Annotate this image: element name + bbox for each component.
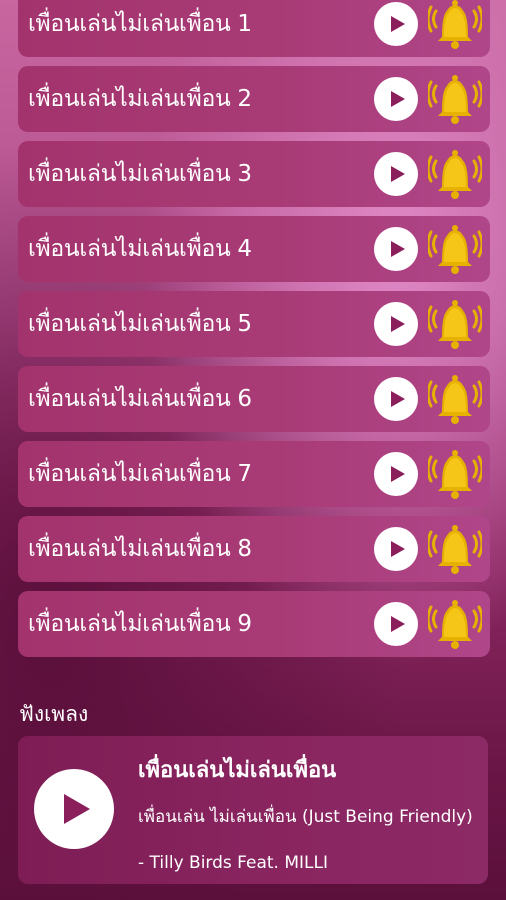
ringtone-label: เพื่อนเล่นไม่เล่นเพื่อน 8 [28,536,252,562]
ringtone-label: เพื่อนเล่นไม่เล่นเพื่อน 3 [28,161,252,187]
ringtone-list: เพื่อนเล่นไม่เล่นเพื่อน 1 เพื่อนเล่นไม่เ… [18,0,490,666]
ringtone-label: เพื่อนเล่นไม่เล่นเพื่อน 5 [28,311,252,337]
play-icon [390,616,405,632]
play-icon [390,466,405,482]
play-button[interactable] [374,527,418,571]
bell-icon[interactable] [428,597,482,651]
bell-icon[interactable] [428,447,482,501]
ringtone-row[interactable]: เพื่อนเล่นไม่เล่นเพื่อน 4 [18,216,490,282]
bell-icon[interactable] [428,522,482,576]
play-button[interactable] [374,302,418,346]
play-icon [390,16,405,32]
play-icon [64,794,90,824]
play-icon [390,241,405,257]
ringtone-label: เพื่อนเล่นไม่เล่นเพื่อน 4 [28,236,252,262]
ringtone-label: เพื่อนเล่นไม่เล่นเพื่อน 7 [28,461,252,487]
play-icon [390,91,405,107]
play-icon [390,541,405,557]
play-button[interactable] [374,452,418,496]
ringtone-row[interactable]: เพื่อนเล่นไม่เล่นเพื่อน 2 [18,66,490,132]
ringtone-row[interactable]: เพื่อนเล่นไม่เล่นเพื่อน 8 [18,516,490,582]
play-button[interactable] [374,227,418,271]
ringtone-label: เพื่อนเล่นไม่เล่นเพื่อน 1 [28,11,252,37]
ringtone-label: เพื่อนเล่นไม่เล่นเพื่อน 6 [28,386,252,412]
ringtone-row[interactable]: เพื่อนเล่นไม่เล่นเพื่อน 6 [18,366,490,432]
bell-icon[interactable] [428,222,482,276]
play-icon [390,166,405,182]
bell-icon[interactable] [428,372,482,426]
play-button[interactable] [374,377,418,421]
bell-icon[interactable] [428,72,482,126]
play-icon [390,391,405,407]
ringtone-label: เพื่อนเล่นไม่เล่นเพื่อน 9 [28,611,252,637]
song-subtitle: เพื่อนเล่น ไม่เล่นเพื่อน (Just Being Fri… [138,807,473,873]
ringtone-row[interactable]: เพื่อนเล่นไม่เล่นเพื่อน 7 [18,441,490,507]
bell-icon[interactable] [428,297,482,351]
bell-icon[interactable] [428,147,482,201]
now-playing-card[interactable]: เพื่อนเล่นไม่เล่นเพื่อน เพื่อนเล่น ไม่เล… [18,736,488,884]
bell-icon[interactable] [428,0,482,51]
song-title: เพื่อนเล่นไม่เล่นเพื่อน [138,758,337,783]
ringtone-label: เพื่อนเล่นไม่เล่นเพื่อน 2 [28,86,252,112]
play-button[interactable] [374,2,418,46]
ringtone-row[interactable]: เพื่อนเล่นไม่เล่นเพื่อน 5 [18,291,490,357]
play-button[interactable] [374,77,418,121]
ringtone-row[interactable]: เพื่อนเล่นไม่เล่นเพื่อน 1 [18,0,490,57]
play-button[interactable] [374,602,418,646]
ringtone-row[interactable]: เพื่อนเล่นไม่เล่นเพื่อน 9 [18,591,490,657]
song-play-button[interactable] [34,769,114,849]
listen-section-title: ฟังเพลง [19,702,89,726]
ringtone-row[interactable]: เพื่อนเล่นไม่เล่นเพื่อน 3 [18,141,490,207]
play-icon [390,316,405,332]
play-button[interactable] [374,152,418,196]
